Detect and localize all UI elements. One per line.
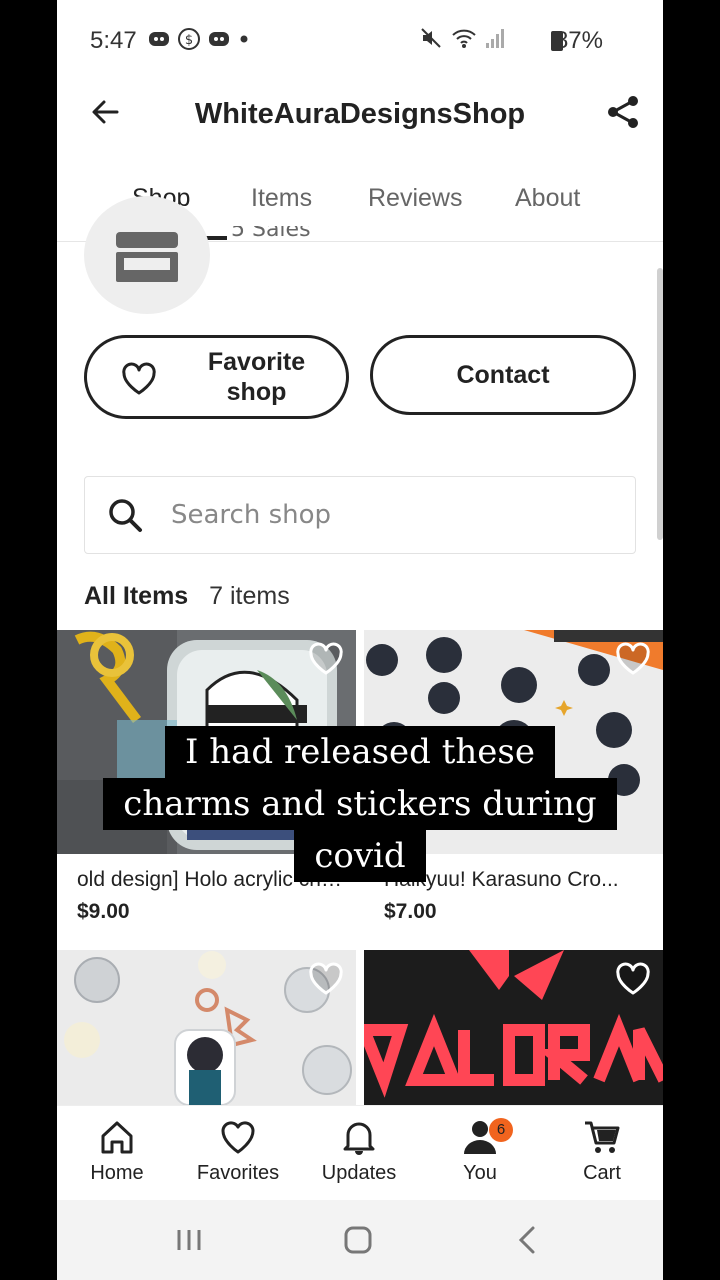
home-button-icon[interactable] (338, 1220, 378, 1260)
favorite-shop-label: Favorite shop (207, 348, 306, 406)
bottom-navigation: Home Favorites Updates 6 You Cart (57, 1105, 663, 1200)
bell-icon (343, 1122, 375, 1155)
battery-icon (551, 31, 563, 51)
favorite-heart-icon[interactable] (308, 642, 344, 676)
shop-sales-count: 5 Sales (231, 226, 311, 242)
signal-icon (486, 29, 504, 48)
nav-updates-label: Updates (321, 1162, 397, 1184)
items-header: All Items 7 items (84, 582, 290, 611)
notification-icons: $ (147, 27, 251, 51)
nav-cart-label: Cart (583, 1162, 621, 1184)
dollar-icon: $ (178, 28, 200, 50)
favorite-shop-button[interactable]: Favorite shop (84, 335, 349, 419)
search-input[interactable] (171, 495, 611, 535)
mute-icon (421, 28, 441, 48)
nav-you[interactable]: 6 You (425, 1118, 535, 1185)
nav-you-label: You (463, 1162, 497, 1184)
back-button-icon[interactable] (507, 1220, 547, 1260)
discord-icon-2 (209, 32, 229, 46)
all-items-label: All Items (84, 582, 189, 610)
svg-text:$: $ (185, 33, 193, 48)
product-price: $9.00 (77, 900, 130, 923)
search-shop-box[interactable] (84, 476, 636, 554)
video-caption: I had released these charms and stickers… (57, 726, 663, 882)
wifi-icon (452, 29, 476, 48)
tab-about[interactable]: About (515, 184, 580, 213)
caption-line-3: covid (294, 830, 426, 882)
cart-icon (585, 1121, 620, 1153)
system-icons (419, 26, 505, 50)
heart-icon (221, 1121, 255, 1154)
notification-badge: 6 (489, 1118, 513, 1142)
caption-line-2: charms and stickers during (103, 778, 617, 830)
status-time: 5:47 (90, 27, 137, 54)
favorite-heart-icon[interactable] (615, 642, 651, 676)
home-icon (101, 1121, 133, 1154)
favorite-heart-icon[interactable] (615, 962, 651, 996)
nav-favorites-label: Favorites (196, 1162, 280, 1184)
nav-favorites[interactable]: Favorites (183, 1118, 293, 1185)
nav-updates[interactable]: Updates (304, 1118, 414, 1185)
heart-outline-icon (122, 362, 156, 395)
store-icon (116, 232, 178, 248)
discord-icon (149, 32, 169, 46)
product-card[interactable] (57, 950, 356, 1105)
phone-screen: 5:47 $ 87% WhiteAuraDesignsShop Shop Ite… (57, 0, 663, 1280)
search-icon (109, 499, 142, 532)
dot-icon (240, 35, 248, 43)
caption-line-1: I had released these (164, 726, 555, 778)
share-icon[interactable] (605, 94, 641, 130)
nav-cart[interactable]: Cart (547, 1118, 657, 1185)
app-header: WhiteAuraDesignsShop (57, 80, 663, 160)
nav-home[interactable]: Home (62, 1118, 172, 1185)
product-card[interactable] (364, 950, 663, 1105)
recent-apps-icon[interactable] (169, 1220, 209, 1260)
scrollbar[interactable] (657, 268, 663, 540)
tab-items[interactable]: Items (251, 184, 312, 213)
tab-reviews[interactable]: Reviews (368, 184, 462, 213)
contact-button[interactable]: Contact (370, 335, 636, 415)
shop-avatar (84, 196, 210, 314)
status-bar: 5:47 $ 87% (57, 0, 663, 80)
nav-home-label: Home (90, 1162, 144, 1184)
items-count: 7 items (209, 582, 290, 610)
product-price: $7.00 (384, 900, 437, 923)
shop-title: WhiteAuraDesignsShop (194, 98, 526, 130)
system-navigation-bar (57, 1200, 663, 1280)
favorite-heart-icon[interactable] (308, 962, 344, 996)
